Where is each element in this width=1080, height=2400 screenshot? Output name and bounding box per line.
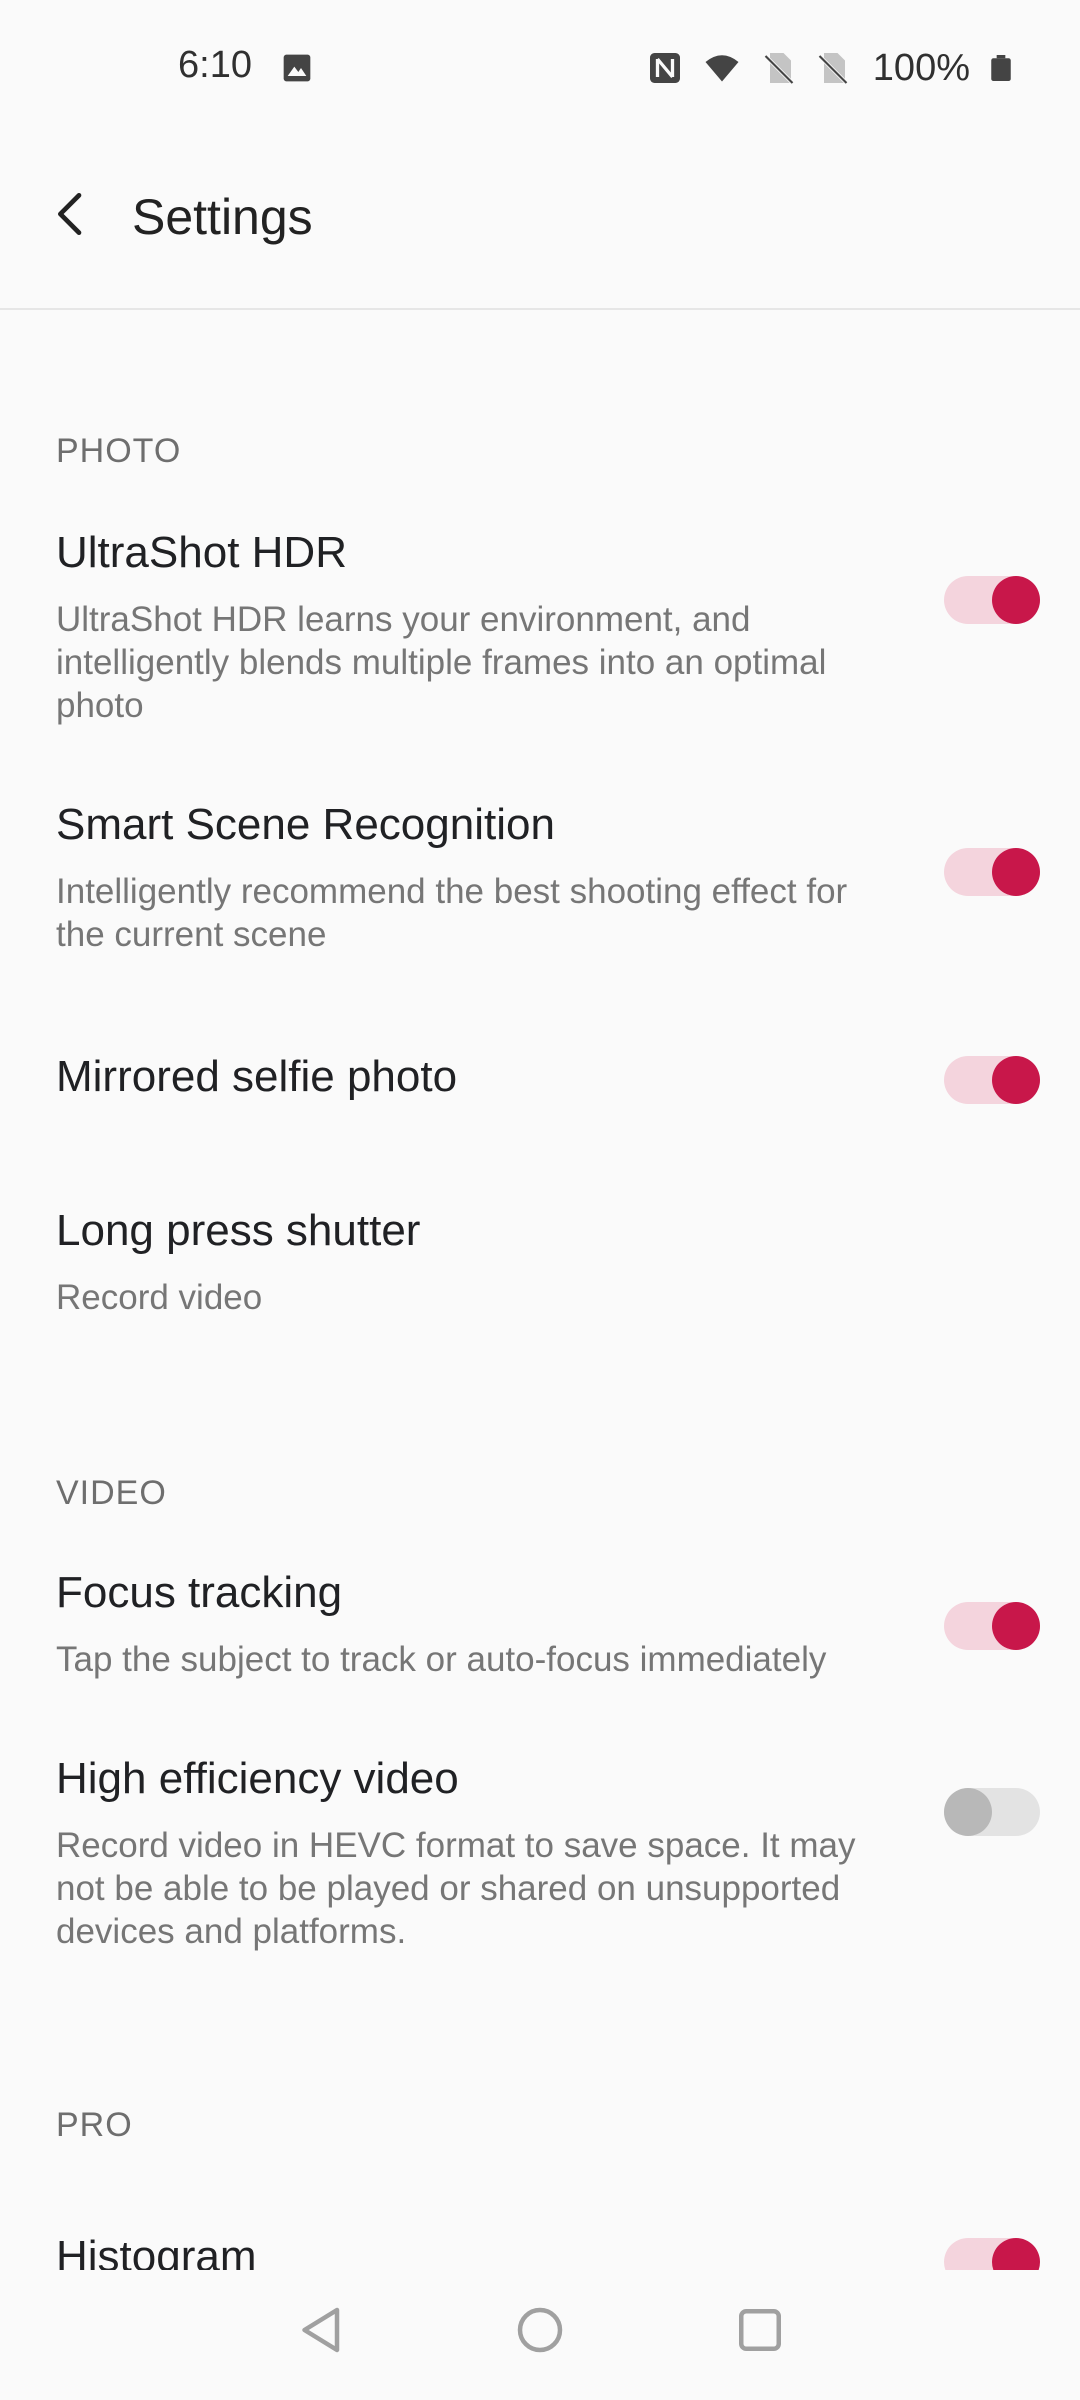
toggle-knob [992,848,1040,896]
setting-subtitle: Record video in HEVC format to save spac… [56,1826,856,1951]
recents-square-icon[interactable] [730,2300,790,2360]
section-label-photo: PHOTO [56,432,182,470]
setting-row-smart-scene-recognition[interactable]: Smart Scene Recognition Intelligently re… [0,800,1080,960]
image-icon [283,54,311,82]
no-sim-icon [817,53,848,85]
home-circle-icon[interactable] [510,2300,570,2360]
toggle-knob [992,1056,1040,1104]
wifi-icon [705,55,739,82]
toggle-knob [992,576,1040,624]
setting-title: Smart Scene Recognition [56,800,555,849]
setting-title: UltraShot HDR [56,528,347,577]
toggle-knob [944,1788,992,1836]
setting-subtitle: Tap the subject to track or auto-focus i… [56,1640,827,1679]
back-arrow-icon[interactable] [44,186,100,242]
setting-row-long-press-shutter[interactable]: Long press shutter Record video [0,1206,1080,1326]
ultrashot-hdr-toggle[interactable] [944,576,1040,624]
battery-percent: 100% [872,46,970,89]
setting-title: Long press shutter [56,1206,421,1255]
section-label-pro: PRO [56,2106,133,2144]
focus-tracking-toggle[interactable] [944,1602,1040,1650]
setting-subtitle: Intelligently recommend the best shootin… [56,872,848,954]
mirrored-selfie-toggle[interactable] [944,1056,1040,1104]
setting-row-focus-tracking[interactable]: Focus tracking Tap the subject to track … [0,1568,1080,1688]
setting-value: Record video [56,1278,263,1317]
toggle-knob [992,1602,1040,1650]
smart-scene-recognition-toggle[interactable] [944,848,1040,896]
status-time: 6:10 [178,44,252,86]
back-triangle-icon[interactable] [292,2300,352,2360]
navigation-bar [0,2270,1080,2400]
setting-row-ultrashot-hdr[interactable]: UltraShot HDR UltraShot HDR learns your … [0,528,1080,748]
setting-subtitle: UltraShot HDR learns your environment, a… [56,600,827,725]
nfc-icon [649,53,680,83]
section-label-video: VIDEO [56,1474,167,1512]
page-title: Settings [132,189,313,245]
battery-icon [991,55,1011,81]
histogram-toggle[interactable] [944,2238,1040,2270]
high-efficiency-video-toggle[interactable] [944,1788,1040,1836]
setting-row-mirrored-selfie[interactable]: Mirrored selfie photo [0,1052,1080,1132]
status-bar: 6:10 100% [0,0,1080,136]
app-header: Settings [0,136,1080,310]
settings-list[interactable]: PHOTO UltraShot HDR UltraShot HDR learns… [0,310,1080,2270]
setting-title: Focus tracking [56,1568,343,1617]
setting-title: Mirrored selfie photo [56,1052,458,1101]
setting-title: High efficiency video [56,1754,459,1803]
setting-title: Histogram [56,2232,257,2270]
no-sim-icon [763,53,794,85]
setting-row-high-efficiency-video[interactable]: High efficiency video Record video in HE… [0,1754,1080,1974]
status-icons: 100% [647,46,1014,90]
setting-row-histogram[interactable]: Histogram [0,2232,1080,2270]
